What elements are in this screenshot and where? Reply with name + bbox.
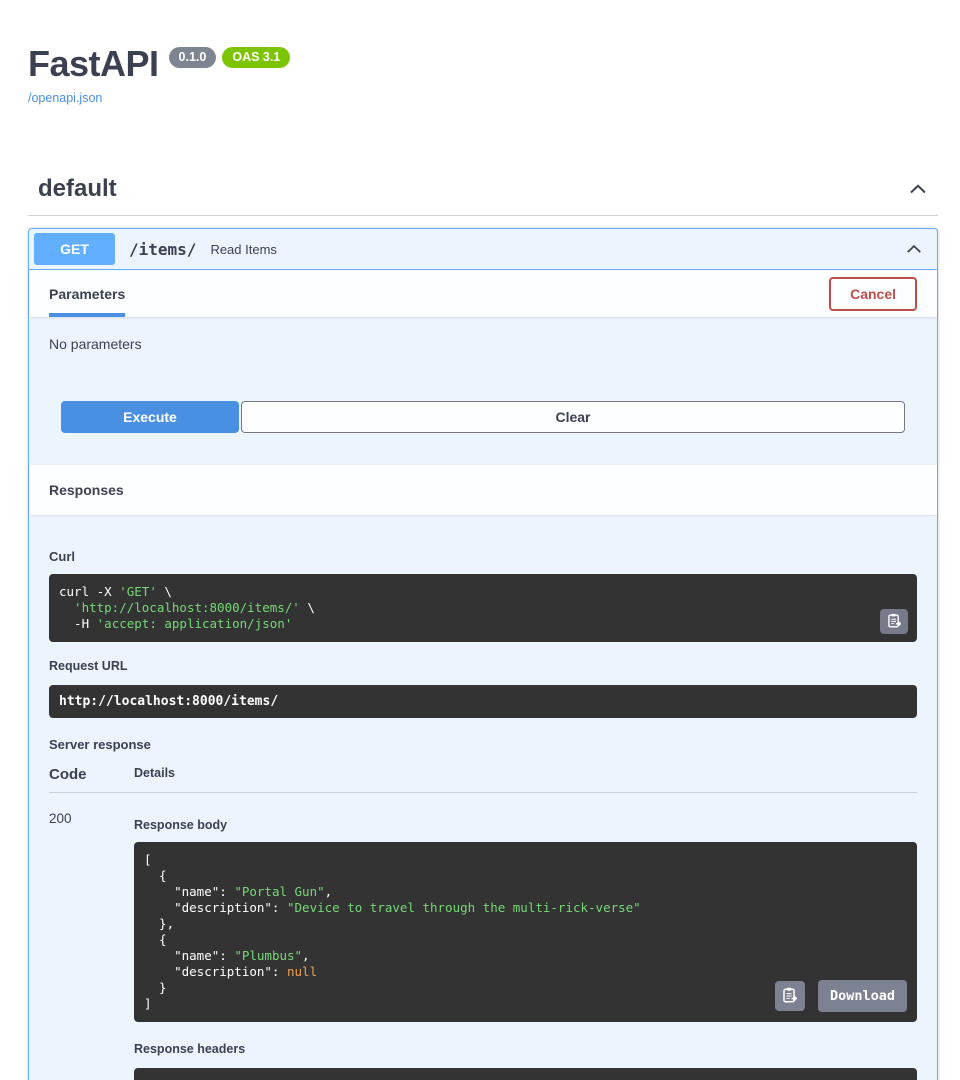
table-header-row: Code Details xyxy=(49,766,917,793)
curl-line: curl -X 'GET' \ xyxy=(59,584,907,600)
json-text: , xyxy=(302,948,310,963)
json-key: "name": xyxy=(144,948,234,963)
json-line: }, xyxy=(144,916,907,932)
collapse-section-chevron-up-icon[interactable] xyxy=(908,179,928,199)
curl-text: curl -X xyxy=(59,584,119,599)
server-response-table: Code Details 200 Response body [ { "name… xyxy=(49,766,917,1080)
code-column-header: Code xyxy=(49,766,134,783)
openapi-spec-link[interactable]: /openapi.json xyxy=(28,91,102,105)
execute-wrapper: Execute Clear xyxy=(61,401,905,433)
curl-line: -H 'accept: application/json' xyxy=(59,616,907,632)
tab-parameters[interactable]: Parameters xyxy=(49,270,125,317)
json-line: "name": "Plumbus", xyxy=(144,948,907,964)
json-line: { xyxy=(144,932,907,948)
execute-button[interactable]: Execute xyxy=(61,401,239,433)
page-title: FastAPI xyxy=(28,46,159,82)
json-line: "name": "Portal Gun", xyxy=(144,884,907,900)
curl-string: 'accept: application/json' xyxy=(97,616,293,631)
json-string: "Plumbus" xyxy=(234,948,302,963)
json-text: , xyxy=(325,884,333,899)
server-response-label: Server response xyxy=(49,737,917,752)
copy-response-button[interactable] xyxy=(775,981,805,1011)
json-string: "Portal Gun" xyxy=(234,884,324,899)
operation-summary[interactable]: GET /items/ Read Items xyxy=(29,229,937,270)
status-code: 200 xyxy=(49,811,134,1080)
swagger-ui-page: FastAPI 0.1.0 OAS 3.1 /openapi.json defa… xyxy=(0,46,960,1080)
json-null: null xyxy=(287,964,317,979)
curl-string: 'GET' xyxy=(119,584,157,599)
response-body-block: [ { "name": "Portal Gun", "description":… xyxy=(134,842,917,1022)
http-method-badge: GET xyxy=(34,233,115,265)
download-button[interactable]: Download xyxy=(818,980,907,1012)
clipboard-icon xyxy=(888,613,901,631)
json-key: "description": xyxy=(144,964,287,979)
curl-text: \ xyxy=(300,600,315,615)
curl-label: Curl xyxy=(49,549,917,564)
cancel-button[interactable]: Cancel xyxy=(829,277,917,311)
request-url-value: http://localhost:8000/items/ xyxy=(49,685,917,718)
response-headers-block: content-length: 123 content-type: applic… xyxy=(134,1068,917,1080)
json-line: "description": null xyxy=(144,964,907,980)
json-string: "Device to travel through the multi-rick… xyxy=(287,900,641,915)
details-column-header: Details xyxy=(134,766,175,783)
json-line: "description": "Device to travel through… xyxy=(144,900,907,916)
curl-command-block: curl -X 'GET' \ 'http://localhost:8000/i… xyxy=(49,574,917,642)
curl-line: 'http://localhost:8000/items/' \ xyxy=(59,600,907,616)
version-badge: 0.1.0 xyxy=(169,47,217,68)
response-row-200: 200 Response body [ { "name": "Portal Gu… xyxy=(49,811,917,1080)
responses-content: Curl curl -X 'GET' \ 'http://localhost:8… xyxy=(29,515,937,1080)
response-body-controls: Download xyxy=(775,980,907,1012)
collapse-operation-chevron-up-icon[interactable] xyxy=(905,240,923,258)
api-info: FastAPI 0.1.0 OAS 3.1 /openapi.json xyxy=(28,46,938,107)
request-url-label: Request URL xyxy=(49,659,917,673)
json-key: "name": xyxy=(144,884,234,899)
curl-text: \ xyxy=(157,584,172,599)
operation-path: /items/ xyxy=(129,240,196,259)
response-body-label: Response body xyxy=(134,818,917,832)
curl-text: -H xyxy=(59,616,97,631)
oas-version-badge: OAS 3.1 xyxy=(222,47,290,68)
copy-curl-button[interactable] xyxy=(880,609,908,634)
no-parameters-message: No parameters xyxy=(29,317,937,371)
json-line: { xyxy=(144,868,907,884)
tag-title: default xyxy=(38,175,117,203)
parameters-tab-label: Parameters xyxy=(49,286,125,302)
tag-section-header[interactable]: default xyxy=(28,169,938,216)
parameters-header: Parameters Cancel xyxy=(29,270,937,317)
opblock-get-items: GET /items/ Read Items Parameters Cancel… xyxy=(28,228,938,1080)
json-line: [ xyxy=(144,852,907,868)
curl-string: 'http://localhost:8000/items/' xyxy=(59,600,300,615)
operation-description: Read Items xyxy=(210,242,276,257)
clipboard-icon xyxy=(783,987,797,1006)
responses-section-title: Responses xyxy=(29,464,937,515)
response-headers-label: Response headers xyxy=(134,1042,917,1056)
json-key: "description": xyxy=(144,900,287,915)
clear-button[interactable]: Clear xyxy=(241,401,905,433)
